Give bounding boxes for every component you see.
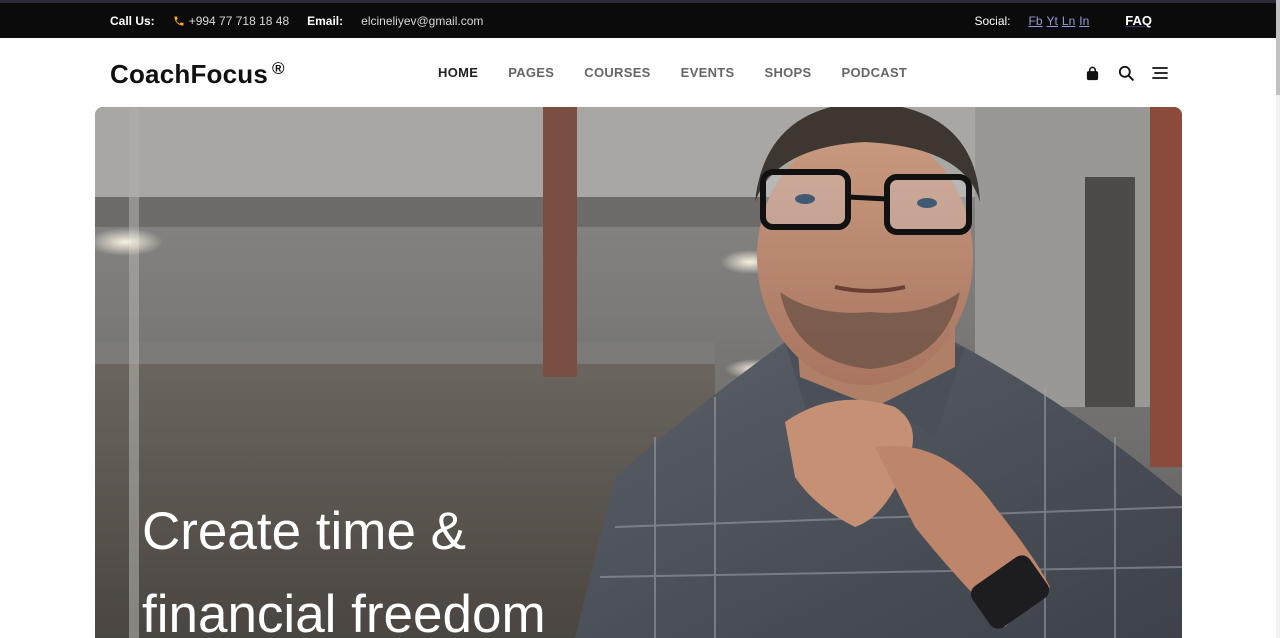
logo-text: CoachFocus [110, 59, 269, 89]
registered-mark: ® [272, 59, 285, 78]
menu-icon[interactable] [1151, 64, 1169, 82]
social-label: Social: [974, 13, 1011, 28]
email-address[interactable]: elcineliyev@gmail.com [361, 14, 483, 28]
site-header: CoachFocus ® HOME PAGES COURSES EVENTS SH… [0, 38, 1280, 107]
email-label: Email: [307, 13, 344, 28]
social-link-facebook[interactable]: Fb [1029, 14, 1043, 28]
scrollbar-thumb[interactable] [1276, 0, 1280, 95]
page-scrollbar[interactable] [1276, 0, 1280, 638]
main-nav: HOME PAGES COURSES EVENTS SHOPS PODCAST [438, 65, 937, 80]
top-bar: Call Us: +994 77 718 18 48 Email: elcine… [0, 0, 1280, 38]
hero-banner: Create time & financial freedom [95, 107, 1182, 638]
phone-number[interactable]: +994 77 718 18 48 [189, 14, 289, 28]
header-actions [1083, 64, 1185, 82]
search-icon[interactable] [1117, 64, 1135, 82]
nav-item-podcast[interactable]: PODCAST [842, 65, 908, 80]
social-link-linkedin[interactable]: Ln [1062, 14, 1075, 28]
nav-item-home[interactable]: HOME [438, 65, 478, 80]
contact-info: Call Us: +994 77 718 18 48 Email: elcine… [110, 3, 483, 38]
hero-title-line-1: Create time & [142, 502, 467, 561]
phone-icon [173, 15, 185, 27]
nav-item-courses[interactable]: COURSES [584, 65, 650, 80]
hero-title-line-2: financial freedom [142, 585, 546, 638]
bag-icon[interactable] [1083, 64, 1101, 82]
nav-item-shops[interactable]: SHOPS [764, 65, 811, 80]
hero-title: Create time & financial freedom [142, 490, 546, 638]
nav-item-pages[interactable]: PAGES [508, 65, 554, 80]
site-logo[interactable]: CoachFocus ® [110, 59, 285, 90]
social-link-youtube[interactable]: Yt [1047, 14, 1058, 28]
social-area: Social: Fb Yt Ln In FAQ [975, 3, 1153, 38]
call-us-label: Call Us: [110, 13, 155, 28]
social-link-instagram[interactable]: In [1079, 14, 1089, 28]
faq-link[interactable]: FAQ [1125, 13, 1152, 28]
nav-item-events[interactable]: EVENTS [681, 65, 735, 80]
